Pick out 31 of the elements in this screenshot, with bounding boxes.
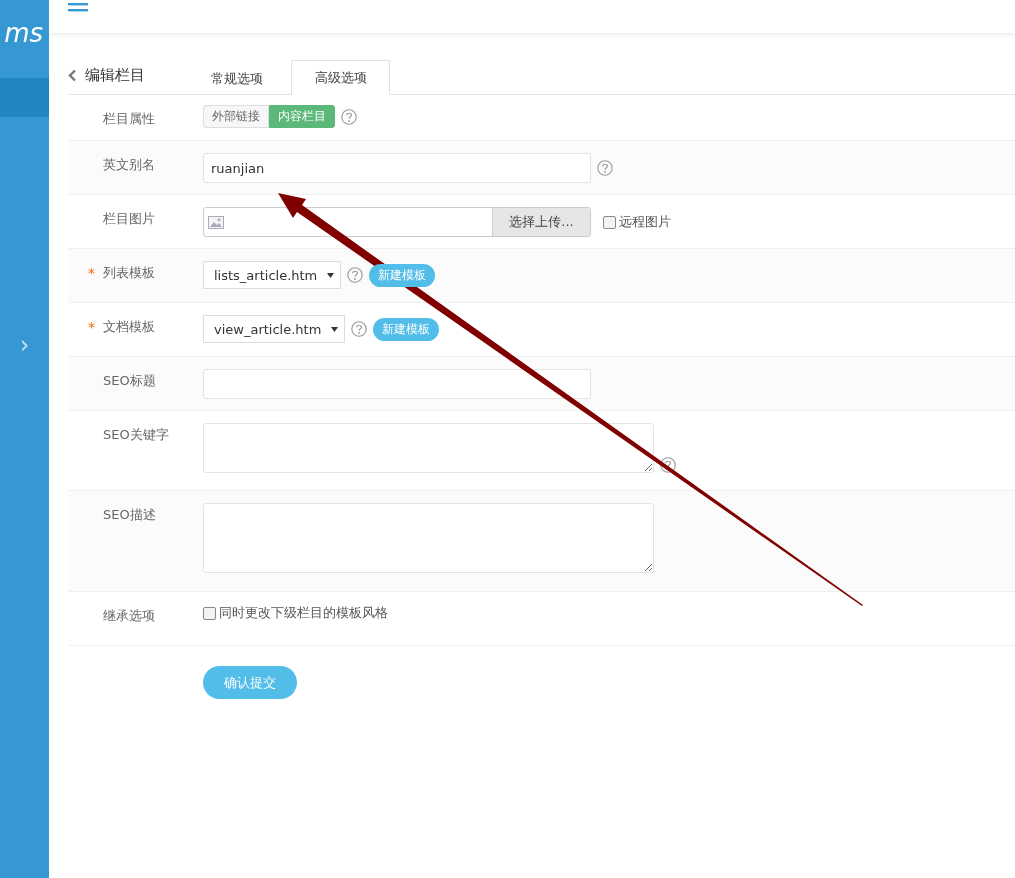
- input-field[interactable]: [203, 369, 591, 399]
- logo-text: ms: [4, 17, 43, 50]
- field-label: SEO描述: [103, 506, 156, 524]
- dropdown-caret-icon: [327, 272, 335, 278]
- field-label: 继承选项: [103, 607, 155, 625]
- upload-button[interactable]: 选择上传...: [492, 208, 590, 236]
- checkbox-label: 同时更改下级栏目的模板风格: [219, 604, 388, 622]
- checkbox-label: 远程图片: [619, 213, 671, 231]
- field-label: 列表模板: [103, 264, 155, 282]
- required-mark: *: [87, 319, 96, 335]
- required-mark: *: [87, 265, 96, 281]
- select-field[interactable]: view_article.htm: [203, 315, 346, 343]
- checkbox[interactable]: [203, 606, 216, 620]
- field-label: SEO关键字: [103, 426, 169, 444]
- help-icon[interactable]: [660, 457, 676, 473]
- back-chevron-icon[interactable]: [68, 68, 77, 82]
- field-label: 文档模板: [103, 318, 155, 336]
- checkbox[interactable]: [603, 215, 616, 229]
- field-label: 英文别名: [103, 156, 155, 174]
- input-field[interactable]: ruanjian: [203, 153, 591, 183]
- field-label: 栏目属性: [103, 110, 155, 128]
- toggle-option[interactable]: 外部链接: [203, 105, 269, 128]
- dropdown-caret-icon: [331, 326, 339, 332]
- back-link[interactable]: 编辑栏目: [68, 65, 187, 85]
- upload-field[interactable]: 选择上传...: [203, 207, 591, 237]
- select-field[interactable]: lists_article.htm: [203, 261, 342, 289]
- tab[interactable]: 高级选项: [291, 60, 390, 95]
- image-icon: [208, 215, 224, 229]
- field-label: SEO标题: [103, 372, 156, 390]
- tab[interactable]: 常规选项: [187, 61, 286, 95]
- field-label: 栏目图片: [103, 210, 155, 228]
